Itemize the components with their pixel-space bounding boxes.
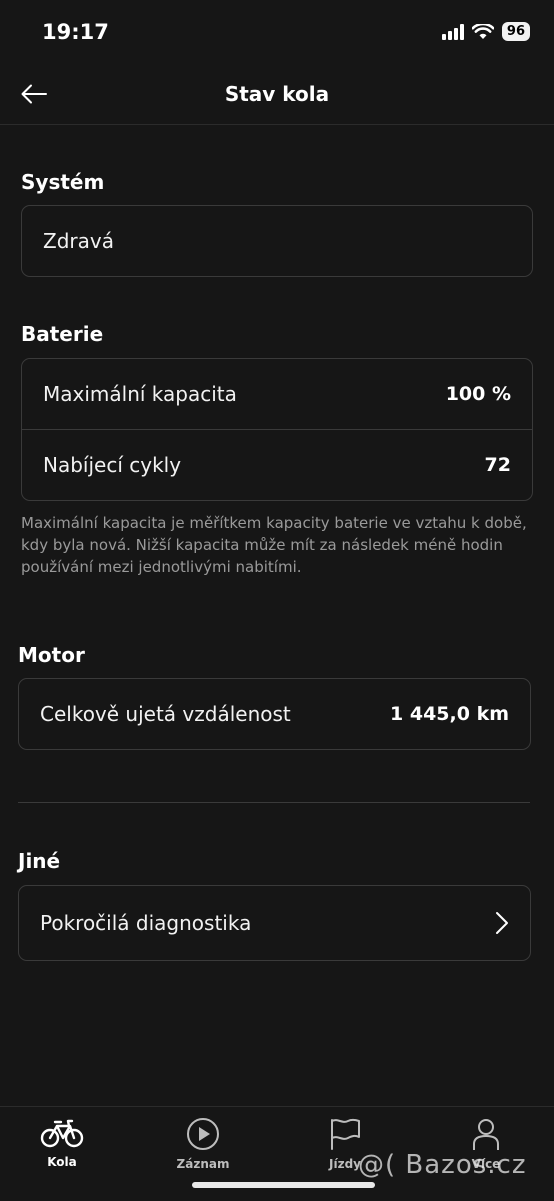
chevron-right-icon	[496, 912, 508, 934]
section-divider	[18, 802, 530, 803]
advanced-diagnostics-row[interactable]: Pokročilá diagnostika	[19, 886, 530, 960]
play-circle-icon	[187, 1118, 219, 1150]
tab-label: Jízdy	[329, 1157, 361, 1171]
tab-zaznam[interactable]: Záznam	[158, 1117, 248, 1171]
section-title-motor: Motor	[18, 643, 85, 667]
status-bar: 19:17 96	[0, 0, 554, 66]
battery-level: 96	[501, 22, 530, 41]
battery-capacity-value: 100 %	[445, 383, 511, 405]
battery-capacity-row: Maximální kapacita 100 %	[22, 359, 532, 429]
watermark: @( Bazos.cz	[358, 1150, 527, 1180]
flag-icon	[331, 1118, 360, 1150]
system-status-row: Zdravá	[22, 206, 532, 276]
section-title-system: Systém	[21, 170, 105, 194]
person-icon	[473, 1119, 499, 1150]
signal-icon	[441, 23, 464, 40]
status-icons: 96	[441, 22, 530, 41]
system-card: Zdravá	[21, 205, 533, 277]
motor-card: Celkově ujetá vzdálenost 1 445,0 km	[18, 678, 531, 750]
nav-bar: Stav kola	[0, 66, 554, 125]
advanced-diagnostics-label: Pokročilá diagnostika	[40, 911, 252, 935]
motor-distance-value: 1 445,0 km	[390, 703, 509, 725]
section-title-battery: Baterie	[21, 322, 104, 346]
tab-kola[interactable]: Kola	[17, 1117, 107, 1169]
battery-cycles-row: Nabíjecí cykly 72	[22, 429, 532, 499]
wifi-icon	[471, 23, 494, 39]
system-status: Zdravá	[43, 229, 114, 253]
motor-distance-label: Celkově ujetá vzdálenost	[40, 702, 291, 726]
page-title: Stav kola	[224, 82, 330, 106]
tab-label: Kola	[47, 1155, 77, 1169]
tab-label: Záznam	[176, 1157, 230, 1171]
diagnostics-card: Pokročilá diagnostika	[18, 885, 531, 961]
motor-distance-row: Celkově ujetá vzdálenost 1 445,0 km	[19, 679, 530, 749]
status-time: 19:17	[42, 20, 109, 44]
battery-cycles-label: Nabíjecí cykly	[43, 452, 182, 477]
battery-capacity-label: Maximální kapacita	[43, 382, 237, 406]
bike-icon	[40, 1119, 84, 1148]
battery-card: Maximální kapacita 100 % Nabíjecí cykly …	[21, 358, 533, 501]
home-indicator[interactable]	[192, 1182, 375, 1188]
battery-note: Maximální kapacita je měřítkem kapacity …	[21, 514, 527, 576]
section-title-other: Jiné	[18, 849, 61, 873]
battery-cycles-value: 72	[484, 453, 511, 476]
